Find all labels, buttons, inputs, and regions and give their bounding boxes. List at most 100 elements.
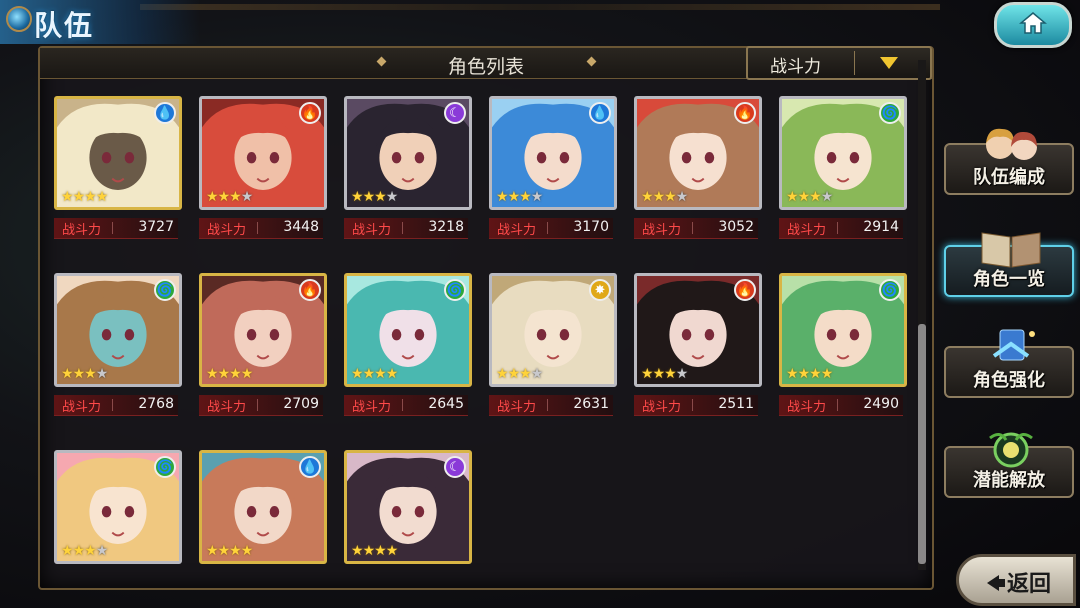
scrollbar-thumb[interactable] <box>918 324 926 564</box>
star-icon: ★ <box>61 189 74 205</box>
star-icon: ★ <box>351 366 364 382</box>
star-icon: ★ <box>374 543 387 559</box>
power-divider <box>837 399 838 411</box>
power-divider <box>112 222 113 234</box>
star-icon: ★ <box>641 189 654 205</box>
power-label: 战斗力 <box>642 223 682 238</box>
star-icon: ★ <box>229 366 242 382</box>
menu-char-list-button[interactable]: 角色一览 <box>944 232 1074 297</box>
menu-potential-button[interactable]: 潜能解放 <box>944 432 1074 498</box>
star-icon: ★ <box>530 189 544 205</box>
rarity-stars: ★★★★ <box>61 189 109 205</box>
power-label: 战斗力 <box>497 400 537 415</box>
power-value: 3448 <box>283 219 319 235</box>
star-icon: ★ <box>95 543 109 559</box>
rarity-stars: ★★★★ <box>351 189 398 205</box>
star-icon: ★ <box>507 366 521 382</box>
star-icon: ★ <box>217 543 231 559</box>
star-icon: ★ <box>84 366 97 382</box>
star-icon: ★ <box>95 189 109 205</box>
star-icon: ★ <box>351 543 364 559</box>
star-icon: ★ <box>351 189 364 205</box>
character-portrait: ☾ ★★★★ <box>344 96 472 210</box>
power-divider <box>257 399 258 411</box>
power-row: 战斗力 3218 <box>344 218 468 239</box>
rarity-stars: ★★★★ <box>641 189 689 205</box>
star-icon: ★ <box>820 189 834 205</box>
power-label: 战斗力 <box>62 223 102 238</box>
diamond-ornament-right <box>586 56 597 67</box>
panel-title: 角色列表 <box>447 56 524 78</box>
power-divider <box>112 399 113 411</box>
top-ornament <box>140 4 940 10</box>
menu-label: 潜能解放 <box>973 470 1045 491</box>
wind-element-icon: 🌀 <box>154 279 176 301</box>
rarity-stars: ★★★★ <box>496 189 544 205</box>
power-divider <box>402 222 403 234</box>
menu-team-edit-button[interactable]: 队伍编成 <box>944 128 1074 195</box>
character-portrait: 💧 ★★★★ <box>54 96 182 210</box>
star-icon: ★ <box>496 189 509 205</box>
star-icon: ★ <box>206 543 219 559</box>
power-value: 3727 <box>138 219 174 235</box>
back-button[interactable]: 返回 <box>956 554 1076 606</box>
power-row: 战斗力 2709 <box>199 395 323 416</box>
back-label: 返回 <box>1007 572 1052 597</box>
power-label: 战斗力 <box>642 400 682 415</box>
power-divider <box>692 222 693 234</box>
star-icon: ★ <box>641 366 654 382</box>
star-icon: ★ <box>95 366 109 382</box>
star-icon: ★ <box>385 543 399 559</box>
character-portrait: 🌀 ★★★★ <box>54 273 182 387</box>
menu-label: 角色一览 <box>973 269 1045 290</box>
back-arrow-tail <box>997 579 1005 587</box>
star-icon: ★ <box>61 543 74 559</box>
power-label: 战斗力 <box>787 400 827 415</box>
power-label: 战斗力 <box>497 223 537 238</box>
character-list-panel: 角色列表 战斗力 💧 ★★★★ 战斗力 3727 🔥 ★★★★ 战斗力 3448 ☾ ★★★★ 战斗… <box>38 46 934 590</box>
light-element-icon: ✸ <box>589 279 611 301</box>
star-icon: ★ <box>530 366 544 382</box>
sort-dropdown[interactable]: 战斗力 <box>746 46 932 80</box>
page-title: 队伍 <box>34 9 95 42</box>
star-icon: ★ <box>675 366 689 382</box>
power-row: 战斗力 2490 <box>779 395 903 416</box>
power-row: 战斗力 2768 <box>54 395 178 416</box>
star-icon: ★ <box>229 543 242 559</box>
power-value: 2631 <box>573 396 609 412</box>
sort-divider <box>854 51 855 75</box>
book-icon <box>981 232 1041 268</box>
star-icon: ★ <box>786 189 799 205</box>
power-row: 战斗力 3052 <box>634 218 758 239</box>
star-icon: ★ <box>675 189 689 205</box>
rarity-stars: ★★★★ <box>641 366 689 382</box>
character-portrait: 🌀 ★★★★ <box>344 273 472 387</box>
power-row: 战斗力 2631 <box>489 395 613 416</box>
character-portrait: 🌀 ★★★★ <box>779 273 907 387</box>
chevron-down-icon <box>880 57 898 69</box>
rarity-stars: ★★★★ <box>496 366 544 382</box>
star-icon: ★ <box>362 189 376 205</box>
power-value: 3218 <box>428 219 464 235</box>
potential-orb-icon <box>989 432 1033 468</box>
star-icon: ★ <box>385 366 399 382</box>
fire-element-icon: 🔥 <box>734 279 756 301</box>
star-icon: ★ <box>240 366 254 382</box>
menu-label: 角色强化 <box>973 370 1045 391</box>
star-icon: ★ <box>72 189 86 205</box>
star-icon: ★ <box>374 189 387 205</box>
home-button[interactable] <box>994 2 1072 48</box>
rarity-stars: ★★★★ <box>351 543 399 559</box>
power-row: 战斗力 3448 <box>199 218 323 239</box>
wind-element-icon: 🌀 <box>879 102 901 124</box>
star-icon: ★ <box>797 189 811 205</box>
team-portraits-icon <box>986 128 1037 160</box>
screen: 队伍 角色列表 战斗力 💧 ★★★★ 战斗力 3727 🔥 ★★★★ 战斗力 3448 ☾ ★★★… <box>0 0 1080 608</box>
diamond-ornament-left <box>376 56 387 67</box>
star-icon: ★ <box>519 366 532 382</box>
fire-element-icon: 🔥 <box>299 279 321 301</box>
menu-char-enhance-button[interactable]: 角色强化 <box>944 329 1074 398</box>
power-value: 2709 <box>283 396 319 412</box>
power-value: 2768 <box>138 396 174 412</box>
character-portrait: 💧 ★★★★ <box>489 96 617 210</box>
